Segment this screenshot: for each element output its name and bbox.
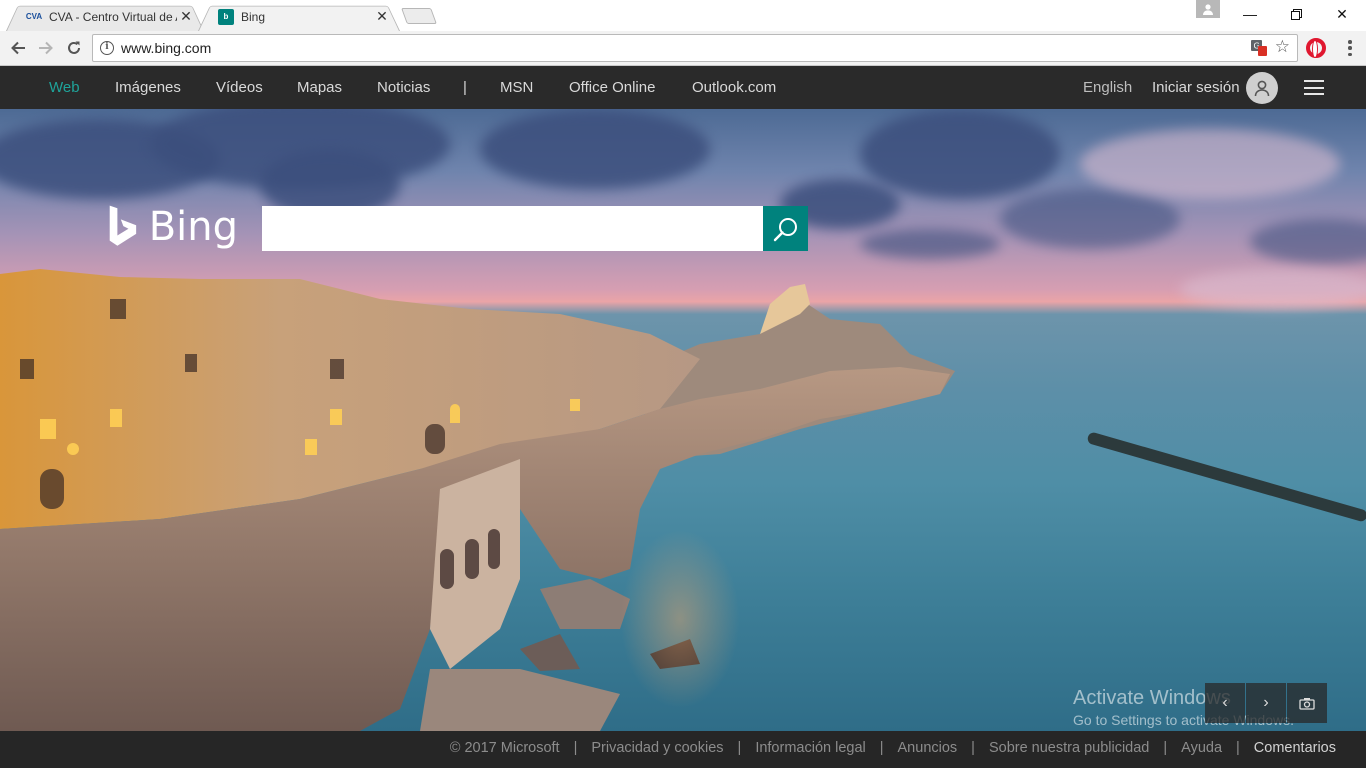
footer-separator: | xyxy=(971,740,975,756)
footer-separator: | xyxy=(1236,740,1240,756)
image-info-button[interactable] xyxy=(1287,683,1327,723)
previous-image-button[interactable]: ‹ xyxy=(1205,683,1245,723)
search-input[interactable] xyxy=(262,206,764,251)
bing-logo[interactable]: Bing xyxy=(108,201,238,253)
nav-web[interactable]: Web xyxy=(49,79,80,96)
nav-noticias[interactable]: Noticias xyxy=(377,79,430,96)
kebab-menu-icon[interactable] xyxy=(1340,38,1360,58)
bing-logo-text: Bing xyxy=(148,204,238,250)
nav-outlook[interactable]: Outlook.com xyxy=(692,79,776,96)
bing-logo-icon xyxy=(109,205,137,246)
avatar[interactable] xyxy=(1246,72,1278,104)
footer-separator: | xyxy=(573,740,578,756)
camera-icon xyxy=(1299,697,1315,710)
homepage-background-image: Bing Activate Windows Go to Settings to … xyxy=(0,109,1366,731)
footer-separator: | xyxy=(879,740,884,756)
tab-bing[interactable]: b Bing ✕ xyxy=(198,2,400,32)
footer-link-help[interactable]: Ayuda xyxy=(1181,740,1222,756)
footer-separator: | xyxy=(1163,740,1168,756)
cva-favicon-icon: CVA xyxy=(25,12,43,21)
back-arrow-icon[interactable] xyxy=(6,36,30,60)
nav-office-online[interactable]: Office Online xyxy=(569,79,655,96)
forward-arrow-icon[interactable] xyxy=(34,36,58,60)
bing-footer: © 2017 Microsoft | Privacidad y cookies … xyxy=(0,731,1366,768)
next-image-button[interactable]: › xyxy=(1246,683,1286,723)
close-tab-icon[interactable]: ✕ xyxy=(178,8,194,25)
chevron-right-icon: › xyxy=(1263,694,1269,711)
tab-cva[interactable]: CVA CVA - Centro Virtual de A ✕ xyxy=(6,2,204,32)
restore-icon xyxy=(1290,8,1302,20)
footer-link-privacy[interactable]: Privacidad y cookies xyxy=(591,740,723,756)
chevron-left-icon: ‹ xyxy=(1222,694,1228,711)
close-window-button[interactable]: ✕ xyxy=(1319,0,1365,28)
footer-link-about-ads[interactable]: Sobre nuestra publicidad xyxy=(989,740,1149,756)
signin-link[interactable]: Iniciar sesión xyxy=(1152,79,1240,96)
url-text[interactable]: www.bing.com xyxy=(121,40,211,56)
minimize-button[interactable]: — xyxy=(1227,0,1273,28)
search-icon xyxy=(773,217,797,241)
footer-link-ads[interactable]: Anuncios xyxy=(898,740,958,756)
footer-separator: | xyxy=(737,740,742,756)
person-icon xyxy=(1203,4,1213,15)
nav-imagenes[interactable]: Imágenes xyxy=(115,79,181,96)
nav-videos[interactable]: Vídeos xyxy=(216,79,263,96)
new-tab-button[interactable] xyxy=(401,8,437,24)
footer-link-feedback[interactable]: Comentarios xyxy=(1254,740,1336,756)
nav-msn[interactable]: MSN xyxy=(500,79,533,96)
footer-link-legal[interactable]: Información legal xyxy=(755,740,865,756)
info-icon[interactable]: i xyxy=(100,41,114,55)
opera-icon[interactable] xyxy=(1306,38,1326,58)
hamburger-menu-icon[interactable] xyxy=(1304,80,1324,95)
user-icon xyxy=(1254,80,1270,97)
restore-button[interactable] xyxy=(1273,0,1319,28)
browser-toolbar: i www.bing.com G ☆ xyxy=(0,31,1366,66)
nav-separator: | xyxy=(463,79,467,96)
bing-header: Web Imágenes Vídeos Mapas Noticias | MSN… xyxy=(0,66,1366,109)
profile-button[interactable] xyxy=(1196,0,1220,18)
tab-strip: CVA CVA - Centro Virtual de A ✕ b Bing ✕… xyxy=(0,0,1366,32)
language-link[interactable]: English xyxy=(1083,79,1132,96)
star-icon[interactable]: ☆ xyxy=(1275,37,1290,57)
image-controls: ‹ › xyxy=(1204,683,1327,723)
translate-icon[interactable]: G xyxy=(1251,40,1267,56)
tab-title: Bing xyxy=(241,9,266,24)
address-bar[interactable]: i www.bing.com G ☆ xyxy=(92,34,1298,62)
reload-icon[interactable] xyxy=(62,36,86,60)
close-tab-icon[interactable]: ✕ xyxy=(374,8,390,25)
bing-favicon-icon: b xyxy=(218,8,234,25)
search-button[interactable] xyxy=(763,206,808,251)
copyright-text: © 2017 Microsoft xyxy=(449,740,560,756)
tab-title: CVA - Centro Virtual de A xyxy=(49,9,177,24)
nav-mapas[interactable]: Mapas xyxy=(297,79,342,96)
